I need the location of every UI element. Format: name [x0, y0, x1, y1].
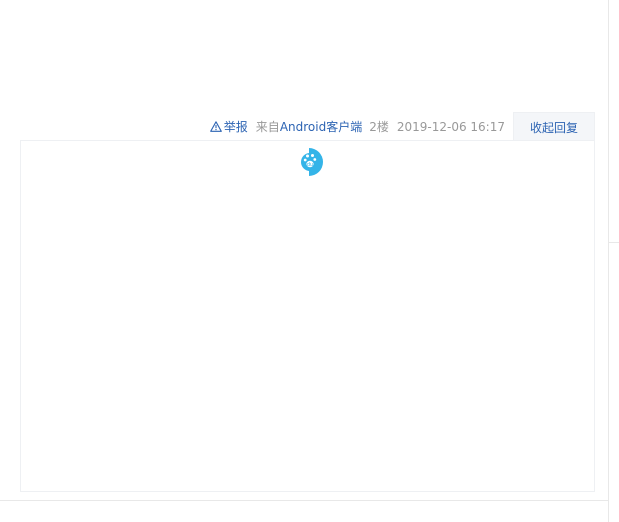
- divider-tick: [609, 242, 619, 243]
- report-link[interactable]: 举报: [209, 118, 248, 135]
- post-tail-bar: 举报 来自Android客户端 2楼 2019-12-06 16:17 收起回复: [20, 112, 595, 141]
- post-page: 举报 来自Android客户端 2楼 2019-12-06 16:17 收起回复…: [0, 0, 619, 522]
- client-source: 来自Android客户端: [256, 118, 362, 135]
- client-link[interactable]: Android客户端: [280, 120, 362, 134]
- post-separator: [0, 500, 608, 501]
- collapse-replies-button[interactable]: 收起回复: [513, 112, 595, 141]
- post-timestamp: 2019-12-06 16:17: [396, 119, 505, 134]
- report-label: 举报: [223, 120, 248, 134]
- floor-number: 2楼: [369, 120, 389, 134]
- warning-icon: [209, 121, 222, 132]
- baidu-paw-icon: du: [301, 148, 323, 176]
- svg-text:du: du: [307, 162, 313, 168]
- reply-panel: du: [20, 140, 595, 492]
- from-prefix: 来自: [255, 120, 280, 134]
- content-divider: [608, 0, 609, 522]
